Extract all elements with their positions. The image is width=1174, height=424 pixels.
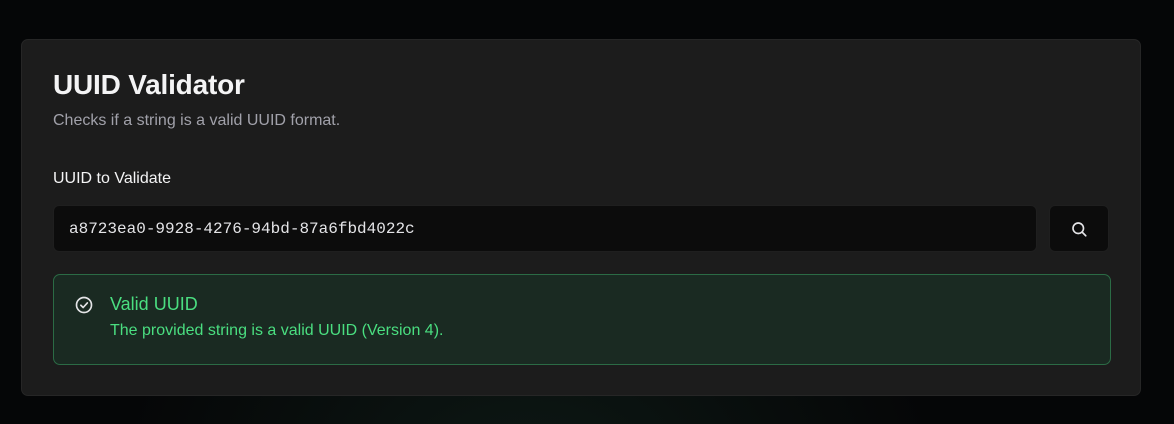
check-circle-icon	[75, 296, 93, 314]
page-title: UUID Validator	[53, 69, 245, 100]
uuid-validator-card: UUID Validator Checks if a string is a v…	[21, 39, 1141, 396]
search-icon	[1072, 221, 1087, 237]
result-title: Valid UUID	[110, 294, 198, 314]
page-subtitle: Checks if a string is a valid UUID forma…	[53, 112, 341, 129]
result-alert: Valid UUID The provided string is a vali…	[53, 274, 1111, 365]
uuid-input-label: UUID to Validate	[53, 170, 171, 187]
result-description: The provided string is a valid UUID (Ver…	[110, 322, 444, 339]
validate-button[interactable]	[1049, 205, 1109, 252]
uuid-input[interactable]	[53, 205, 1037, 252]
